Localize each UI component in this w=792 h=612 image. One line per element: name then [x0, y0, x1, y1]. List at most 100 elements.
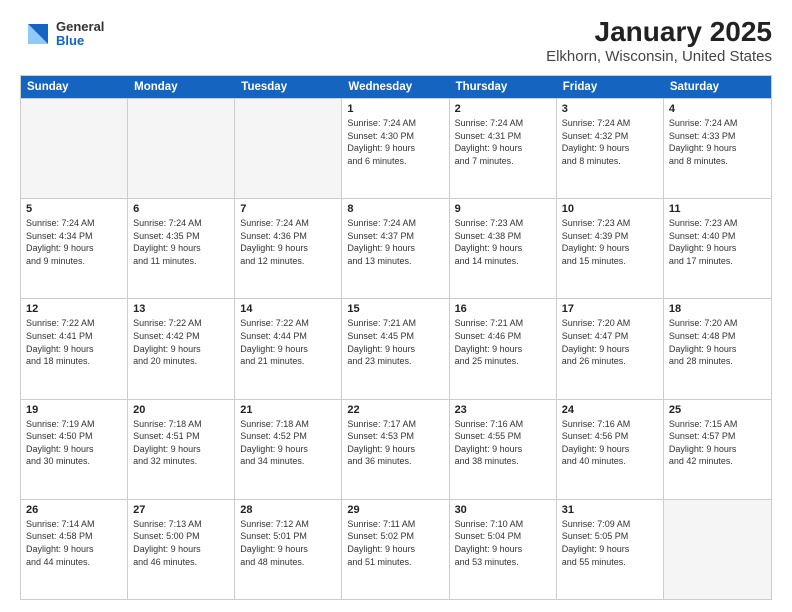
calendar-header: SundayMondayTuesdayWednesdayThursdayFrid…	[21, 76, 771, 98]
logo-icon	[20, 16, 56, 52]
cal-cell: 17 Sunrise: 7:20 AM Sunset: 4:47 PM Dayli…	[557, 299, 664, 398]
day-info: Sunrise: 7:19 AM Sunset: 4:50 PM Dayligh…	[26, 418, 122, 468]
day-info: Sunrise: 7:16 AM Sunset: 4:56 PM Dayligh…	[562, 418, 658, 468]
day-info: Sunrise: 7:23 AM Sunset: 4:40 PM Dayligh…	[669, 217, 766, 267]
day-number: 24	[562, 404, 658, 416]
day-info: Sunrise: 7:12 AM Sunset: 5:01 PM Dayligh…	[240, 518, 336, 568]
day-number: 12	[26, 303, 122, 315]
day-number: 17	[562, 303, 658, 315]
cal-cell: 4 Sunrise: 7:24 AM Sunset: 4:33 PM Daylig…	[664, 99, 771, 198]
day-number: 11	[669, 203, 766, 215]
day-info: Sunrise: 7:24 AM Sunset: 4:36 PM Dayligh…	[240, 217, 336, 267]
day-info: Sunrise: 7:21 AM Sunset: 4:46 PM Dayligh…	[455, 317, 551, 367]
cal-cell: 5 Sunrise: 7:24 AM Sunset: 4:34 PM Daylig…	[21, 199, 128, 298]
day-of-week-tuesday: Tuesday	[235, 76, 342, 98]
cal-cell: 19 Sunrise: 7:19 AM Sunset: 4:50 PM Dayli…	[21, 400, 128, 499]
day-info: Sunrise: 7:24 AM Sunset: 4:32 PM Dayligh…	[562, 117, 658, 167]
cal-cell: 31 Sunrise: 7:09 AM Sunset: 5:05 PM Dayli…	[557, 500, 664, 599]
cal-cell: 20 Sunrise: 7:18 AM Sunset: 4:51 PM Dayli…	[128, 400, 235, 499]
cal-cell: 6Sunrise: 7:24 AM Sunset: 4:35 PM Daylig…	[128, 199, 235, 298]
day-number: 10	[562, 203, 658, 215]
day-info: Sunrise: 7:22 AM Sunset: 4:42 PM Dayligh…	[133, 317, 229, 367]
page: General Blue January 2025 Elkhorn, Wisco…	[0, 0, 792, 612]
page-subtitle: Elkhorn, Wisconsin, United States	[546, 48, 772, 65]
day-of-week-sunday: Sunday	[21, 76, 128, 98]
day-info: Sunrise: 7:14 AM Sunset: 4:58 PM Dayligh…	[26, 518, 122, 568]
cal-cell: 9Sunrise: 7:23 AM Sunset: 4:38 PM Daylig…	[450, 199, 557, 298]
day-number: 5	[26, 203, 122, 215]
day-number: 19	[26, 404, 122, 416]
logo-text: General Blue	[56, 20, 104, 49]
day-info: Sunrise: 7:23 AM Sunset: 4:39 PM Dayligh…	[562, 217, 658, 267]
cal-cell: 2 Sunrise: 7:24 AM Sunset: 4:31 PM Daylig…	[450, 99, 557, 198]
day-number: 30	[455, 504, 551, 516]
day-of-week-thursday: Thursday	[450, 76, 557, 98]
cal-cell: 22 Sunrise: 7:17 AM Sunset: 4:53 PM Dayli…	[342, 400, 449, 499]
day-info: Sunrise: 7:18 AM Sunset: 4:52 PM Dayligh…	[240, 418, 336, 468]
day-number: 2	[455, 103, 551, 115]
day-number: 22	[347, 404, 443, 416]
day-info: Sunrise: 7:21 AM Sunset: 4:45 PM Dayligh…	[347, 317, 443, 367]
day-number: 25	[669, 404, 766, 416]
cal-row-2: 12 Sunrise: 7:22 AM Sunset: 4:41 PM Dayli…	[21, 298, 771, 398]
cal-cell: 8Sunrise: 7:24 AM Sunset: 4:37 PM Daylig…	[342, 199, 449, 298]
cal-cell: 23Sunrise: 7:16 AM Sunset: 4:55 PM Dayli…	[450, 400, 557, 499]
calendar-body: 1 Sunrise: 7:24 AM Sunset: 4:30 PM Daylig…	[21, 98, 771, 599]
day-info: Sunrise: 7:23 AM Sunset: 4:38 PM Dayligh…	[455, 217, 551, 267]
cal-cell: 30Sunrise: 7:10 AM Sunset: 5:04 PM Dayli…	[450, 500, 557, 599]
day-number: 15	[347, 303, 443, 315]
day-info: Sunrise: 7:15 AM Sunset: 4:57 PM Dayligh…	[669, 418, 766, 468]
day-number: 26	[26, 504, 122, 516]
cal-cell: 1 Sunrise: 7:24 AM Sunset: 4:30 PM Daylig…	[342, 99, 449, 198]
day-info: Sunrise: 7:20 AM Sunset: 4:47 PM Dayligh…	[562, 317, 658, 367]
day-number: 6	[133, 203, 229, 215]
day-info: Sunrise: 7:24 AM Sunset: 4:30 PM Dayligh…	[347, 117, 443, 167]
cal-cell: 15 Sunrise: 7:21 AM Sunset: 4:45 PM Dayli…	[342, 299, 449, 398]
cal-cell: 21 Sunrise: 7:18 AM Sunset: 4:52 PM Dayli…	[235, 400, 342, 499]
cal-row-3: 19 Sunrise: 7:19 AM Sunset: 4:50 PM Dayli…	[21, 399, 771, 499]
day-number: 21	[240, 404, 336, 416]
header: General Blue January 2025 Elkhorn, Wisco…	[20, 16, 772, 65]
day-of-week-wednesday: Wednesday	[342, 76, 449, 98]
day-info: Sunrise: 7:09 AM Sunset: 5:05 PM Dayligh…	[562, 518, 658, 568]
day-number: 8	[347, 203, 443, 215]
cal-cell: 26 Sunrise: 7:14 AM Sunset: 4:58 PM Dayli…	[21, 500, 128, 599]
day-info: Sunrise: 7:18 AM Sunset: 4:51 PM Dayligh…	[133, 418, 229, 468]
day-number: 20	[133, 404, 229, 416]
logo: General Blue	[20, 16, 104, 52]
day-number: 16	[455, 303, 551, 315]
day-info: Sunrise: 7:22 AM Sunset: 4:41 PM Dayligh…	[26, 317, 122, 367]
cal-cell: 7Sunrise: 7:24 AM Sunset: 4:36 PM Daylig…	[235, 199, 342, 298]
cal-cell: 10 Sunrise: 7:23 AM Sunset: 4:39 PM Dayli…	[557, 199, 664, 298]
day-number: 4	[669, 103, 766, 115]
title-section: January 2025 Elkhorn, Wisconsin, United …	[546, 16, 772, 65]
cal-cell: 12 Sunrise: 7:22 AM Sunset: 4:41 PM Dayli…	[21, 299, 128, 398]
cal-cell: 28 Sunrise: 7:12 AM Sunset: 5:01 PM Dayli…	[235, 500, 342, 599]
cal-cell: 14 Sunrise: 7:22 AM Sunset: 4:44 PM Dayli…	[235, 299, 342, 398]
day-number: 31	[562, 504, 658, 516]
day-info: Sunrise: 7:22 AM Sunset: 4:44 PM Dayligh…	[240, 317, 336, 367]
day-info: Sunrise: 7:13 AM Sunset: 5:00 PM Dayligh…	[133, 518, 229, 568]
cal-cell: 3 Sunrise: 7:24 AM Sunset: 4:32 PM Daylig…	[557, 99, 664, 198]
cal-cell: 25 Sunrise: 7:15 AM Sunset: 4:57 PM Dayli…	[664, 400, 771, 499]
day-number: 13	[133, 303, 229, 315]
day-number: 1	[347, 103, 443, 115]
day-of-week-saturday: Saturday	[664, 76, 771, 98]
day-info: Sunrise: 7:24 AM Sunset: 4:31 PM Dayligh…	[455, 117, 551, 167]
day-number: 18	[669, 303, 766, 315]
cal-row-4: 26 Sunrise: 7:14 AM Sunset: 4:58 PM Dayli…	[21, 499, 771, 599]
cal-cell: 13 Sunrise: 7:22 AM Sunset: 4:42 PM Dayli…	[128, 299, 235, 398]
day-info: Sunrise: 7:20 AM Sunset: 4:48 PM Dayligh…	[669, 317, 766, 367]
day-number: 14	[240, 303, 336, 315]
day-info: Sunrise: 7:11 AM Sunset: 5:02 PM Dayligh…	[347, 518, 443, 568]
cal-cell	[128, 99, 235, 198]
cal-cell: 24 Sunrise: 7:16 AM Sunset: 4:56 PM Dayli…	[557, 400, 664, 499]
day-number: 28	[240, 504, 336, 516]
logo-blue: Blue	[56, 34, 104, 48]
cal-cell: 18 Sunrise: 7:20 AM Sunset: 4:48 PM Dayli…	[664, 299, 771, 398]
day-info: Sunrise: 7:24 AM Sunset: 4:33 PM Dayligh…	[669, 117, 766, 167]
day-info: Sunrise: 7:17 AM Sunset: 4:53 PM Dayligh…	[347, 418, 443, 468]
day-number: 3	[562, 103, 658, 115]
day-info: Sunrise: 7:24 AM Sunset: 4:34 PM Dayligh…	[26, 217, 122, 267]
day-number: 29	[347, 504, 443, 516]
